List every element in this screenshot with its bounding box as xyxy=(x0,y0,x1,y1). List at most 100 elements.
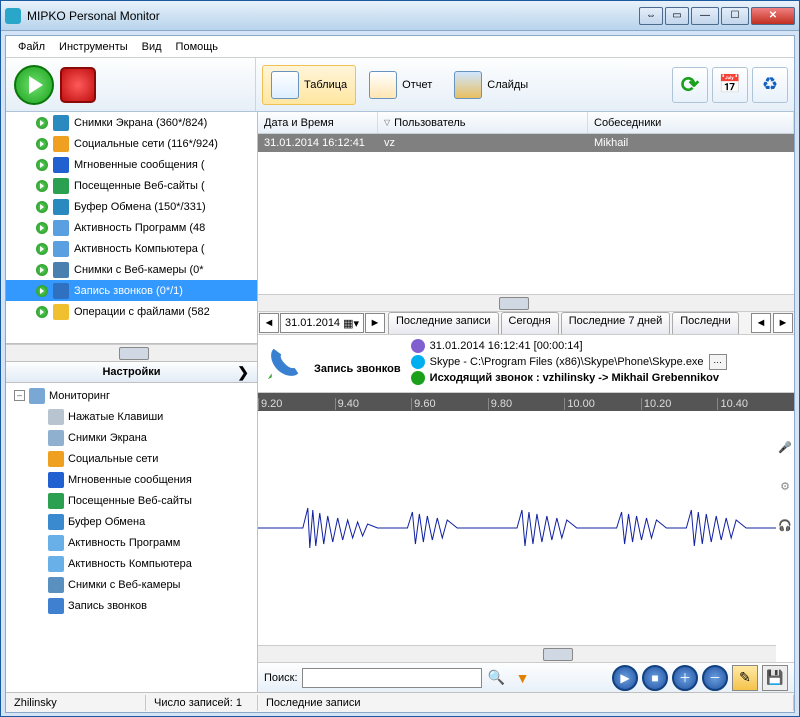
collapse-icon[interactable]: – xyxy=(14,390,25,401)
edit-button[interactable]: ✎ xyxy=(732,665,758,691)
category-icon xyxy=(53,178,69,194)
category-item[interactable]: Социальные сети (116*/924) xyxy=(6,133,257,154)
zoom-in-button[interactable]: ＋ xyxy=(672,665,698,691)
category-item[interactable]: Запись звонков (0*/1) xyxy=(6,280,257,301)
date-range-tab[interactable]: Последние 7 дней xyxy=(561,312,671,334)
date-range-tab[interactable]: Сегодня xyxy=(501,312,559,334)
refresh-button[interactable]: ⟳ xyxy=(672,67,708,103)
menu-tools[interactable]: Инструменты xyxy=(53,39,134,55)
prev-date-button[interactable]: ◄ xyxy=(259,313,279,333)
details-header: Запись звонков 31.01.2014 16:12:41 [00:0… xyxy=(258,335,794,393)
titlebar: MIPKO Personal Monitor ⇔ ▭ — ☐ ✕ xyxy=(1,1,799,31)
start-button[interactable] xyxy=(14,65,54,105)
extra-window-button-2[interactable]: ▭ xyxy=(665,7,689,25)
category-hscroll[interactable] xyxy=(6,344,257,361)
settings-item[interactable]: Снимки с Веб-камеры xyxy=(6,574,257,595)
category-item[interactable]: Активность Компьютера ( xyxy=(6,238,257,259)
settings-item[interactable]: Мгновенные сообщения xyxy=(6,469,257,490)
grid-hscroll[interactable] xyxy=(258,294,794,311)
next-date-button[interactable]: ► xyxy=(365,313,385,333)
details-call: Исходящий звонок : vzhilinsky -> Mikhail… xyxy=(430,372,719,384)
grid-body[interactable]: 31.01.2014 16:12:41 vz Mikhail xyxy=(258,134,794,294)
category-item[interactable]: Мгновенные сообщения ( xyxy=(6,154,257,175)
mic-icon[interactable]: 🎤 xyxy=(778,441,792,454)
category-label: Мгновенные сообщения ( xyxy=(74,159,205,171)
settings-item[interactable]: Запись звонков xyxy=(6,595,257,616)
date-range-tab[interactable]: Последние записи xyxy=(388,312,499,334)
category-item[interactable]: Операции с файлами (582 xyxy=(6,301,257,322)
menu-help[interactable]: Помощь xyxy=(170,39,225,55)
stop-button[interactable] xyxy=(60,67,96,103)
menu-view[interactable]: Вид xyxy=(136,39,168,55)
ruler-tick: 9.80 xyxy=(488,398,565,410)
play-audio-button[interactable]: ▶ xyxy=(612,665,638,691)
status-count: Число записей: 1 xyxy=(146,695,258,711)
gear-icon[interactable]: ⚙ xyxy=(780,480,790,493)
wave-hscroll[interactable] xyxy=(258,645,776,662)
tab-prev-button[interactable]: ◄ xyxy=(751,313,771,333)
category-icon xyxy=(53,304,69,320)
grid-row[interactable]: 31.01.2014 16:12:41 vz Mikhail xyxy=(258,134,794,152)
recycle-button[interactable]: ♻ xyxy=(752,67,788,103)
tree-root-monitoring[interactable]: – Мониторинг xyxy=(6,385,257,406)
category-icon xyxy=(53,136,69,152)
ruler-tick: 10.40 xyxy=(717,398,794,410)
settings-item-label: Активность Компьютера xyxy=(68,558,192,570)
settings-item[interactable]: Активность Компьютера xyxy=(6,553,257,574)
ruler-tick: 9.20 xyxy=(258,398,335,410)
ruler-tick: 9.60 xyxy=(411,398,488,410)
maximize-button[interactable]: ☐ xyxy=(721,7,749,25)
category-item[interactable]: Буфер Обмена (150*/331) xyxy=(6,196,257,217)
settings-item-icon xyxy=(48,472,64,488)
col-datetime[interactable]: Дата и Время xyxy=(258,112,378,133)
search-input[interactable] xyxy=(302,668,482,688)
date-range-tab[interactable]: Последни xyxy=(672,312,738,334)
view-table-button[interactable]: Таблица xyxy=(262,65,356,105)
category-icon xyxy=(53,199,69,215)
category-item[interactable]: Снимки Экрана (360*/824) xyxy=(6,112,257,133)
settings-item[interactable]: Социальные сети xyxy=(6,448,257,469)
minimize-button[interactable]: — xyxy=(691,7,719,25)
settings-item-icon xyxy=(48,556,64,572)
col-user[interactable]: ▽Пользователь xyxy=(378,112,588,133)
monitor-icon xyxy=(29,388,45,404)
waveform-area[interactable]: 9.209.409.609.8010.0010.2010.40 🎤 ⚙ 🎧 xyxy=(258,393,794,662)
settings-item[interactable]: Буфер Обмена xyxy=(6,511,257,532)
date-picker[interactable]: 31.01.2014 ▦▾ xyxy=(280,313,364,333)
settings-item[interactable]: Посещенные Веб-сайты xyxy=(6,490,257,511)
settings-item[interactable]: Активность Программ xyxy=(6,532,257,553)
category-item[interactable]: Активность Программ (48 xyxy=(6,217,257,238)
view-slides-button[interactable]: Слайды xyxy=(445,65,537,105)
filter-icon[interactable]: ▼ xyxy=(512,667,534,689)
skype-icon xyxy=(411,355,425,369)
view-report-button[interactable]: Отчет xyxy=(360,65,441,105)
col-peers[interactable]: Собеседники xyxy=(588,112,794,133)
menubar: Файл Инструменты Вид Помощь xyxy=(6,36,794,58)
settings-item-label: Снимки Экрана xyxy=(68,432,147,444)
details-title: Запись звонков xyxy=(314,363,401,388)
close-button[interactable]: ✕ xyxy=(751,7,795,25)
stop-audio-button[interactable]: ■ xyxy=(642,665,668,691)
settings-tree[interactable]: – Мониторинг Нажатые Клавиши Снимки Экран… xyxy=(6,383,257,692)
settings-item[interactable]: Снимки Экрана xyxy=(6,427,257,448)
search-label: Поиск: xyxy=(264,672,298,684)
category-label: Снимки с Веб-камеры (0* xyxy=(74,264,204,276)
menu-file[interactable]: Файл xyxy=(12,39,51,55)
calendar-button[interactable]: 📅 xyxy=(712,67,748,103)
category-item[interactable]: Посещенные Веб-сайты ( xyxy=(6,175,257,196)
search-icon[interactable]: 🔍 xyxy=(486,667,508,689)
settings-header[interactable]: Настройки ❯ xyxy=(6,361,257,383)
tab-next-button[interactable]: ► xyxy=(773,313,793,333)
save-button[interactable]: 💾 xyxy=(762,665,788,691)
settings-item[interactable]: Нажатые Клавиши xyxy=(6,406,257,427)
settings-item-label: Снимки с Веб-камеры xyxy=(68,579,180,591)
headphones-icon[interactable]: 🎧 xyxy=(778,519,792,532)
play-indicator-icon xyxy=(36,222,48,234)
extra-window-button[interactable]: ⇔ xyxy=(639,7,663,25)
calendar-dropdown-icon[interactable]: ▦▾ xyxy=(343,317,359,330)
settings-item-icon xyxy=(48,451,64,467)
category-list[interactable]: Снимки Экрана (360*/824)Социальные сети … xyxy=(6,112,257,344)
category-item[interactable]: Снимки с Веб-камеры (0* xyxy=(6,259,257,280)
browse-button[interactable]: … xyxy=(709,354,727,370)
zoom-out-button[interactable]: － xyxy=(702,665,728,691)
